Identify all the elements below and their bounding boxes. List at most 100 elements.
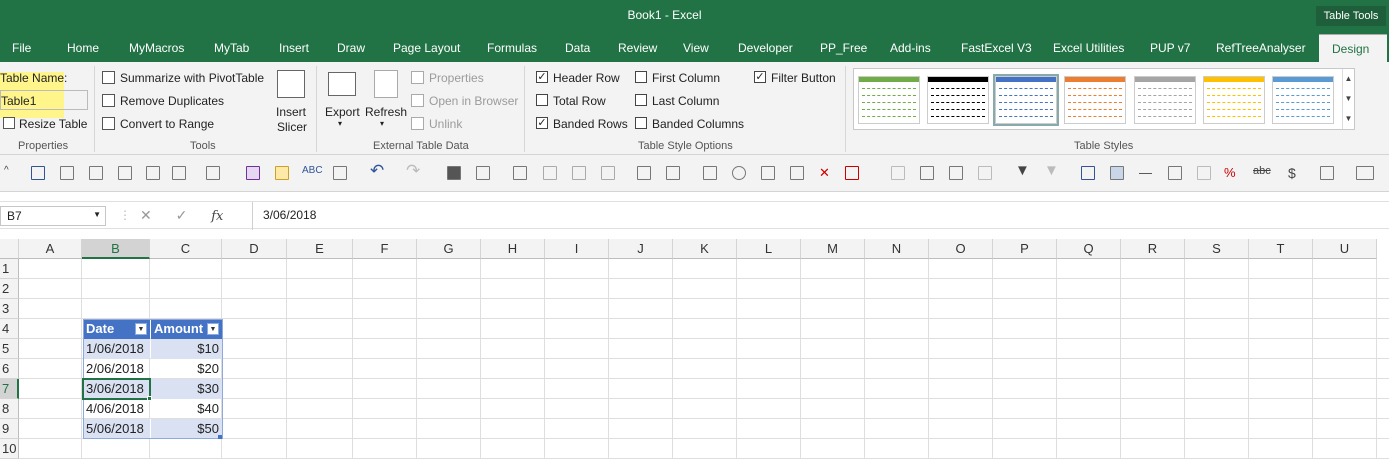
- tab-formulas[interactable]: Formulas: [487, 34, 537, 62]
- column-header[interactable]: A: [19, 239, 82, 259]
- zoom-fit-icon[interactable]: [920, 166, 934, 180]
- worksheet-grid[interactable]: ABCDEFGHIJKLMNOPQRSTU 1 2 3 4 5 6 7 8 9 10 Date ▼…: [0, 239, 1389, 459]
- tab-design[interactable]: Design: [1319, 34, 1387, 62]
- column-header[interactable]: N: [865, 239, 929, 259]
- column-header[interactable]: J: [609, 239, 673, 259]
- gallery-up-icon[interactable]: ▲: [1342, 69, 1354, 89]
- column-header[interactable]: D: [222, 239, 287, 259]
- text-box-icon[interactable]: [31, 166, 45, 180]
- fill-handle[interactable]: [147, 396, 152, 401]
- column-header[interactable]: R: [1121, 239, 1185, 259]
- text-options-icon[interactable]: [1356, 166, 1374, 180]
- formula-check-icon[interactable]: [703, 166, 717, 180]
- print-preview-icon[interactable]: [118, 166, 132, 180]
- tab-excel-utilities[interactable]: Excel Utilities: [1053, 34, 1124, 62]
- row-header[interactable]: 4: [0, 319, 19, 339]
- open-folder-icon[interactable]: [275, 166, 289, 180]
- layers-icon[interactable]: [637, 166, 651, 180]
- gallery-down-icon[interactable]: ▼: [1342, 89, 1354, 109]
- row-header[interactable]: 6: [0, 359, 19, 379]
- tab-pup[interactable]: PUP v7: [1150, 34, 1190, 62]
- external-properties-button[interactable]: Properties: [429, 71, 484, 85]
- export-dropdown-icon[interactable]: ▾: [338, 119, 342, 128]
- column-header[interactable]: U: [1313, 239, 1377, 259]
- filter-icon[interactable]: ▼: [1015, 162, 1030, 179]
- tab-file[interactable]: File: [12, 34, 31, 62]
- total-row-checkbox[interactable]: [536, 94, 548, 106]
- list-icon[interactable]: [1197, 166, 1211, 180]
- filter-button-checkbox[interactable]: ✓: [754, 71, 766, 83]
- row-header[interactable]: 10: [0, 439, 19, 459]
- refresh-button[interactable]: Refresh: [365, 105, 407, 119]
- row-header[interactable]: 1: [0, 259, 19, 279]
- table-cell[interactable]: $50: [151, 419, 222, 439]
- picture-icon[interactable]: [89, 166, 103, 180]
- ungroup-icon[interactable]: [978, 166, 992, 180]
- name-box[interactable]: B7 ▼: [0, 206, 106, 226]
- convert-to-range-button[interactable]: Convert to Range: [120, 117, 214, 131]
- tab-mymacros[interactable]: MyMacros: [129, 34, 184, 62]
- name-box-dropdown-icon[interactable]: ▼: [93, 210, 101, 219]
- row-header[interactable]: 8: [0, 399, 19, 419]
- calculator-icon[interactable]: [333, 166, 347, 180]
- enter-icon[interactable]: ✓: [176, 207, 188, 223]
- number-icon[interactable]: [543, 166, 557, 180]
- table-style-swatch[interactable]: [1064, 76, 1126, 124]
- sort-icon[interactable]: [1081, 166, 1095, 180]
- table-format-icon[interactable]: [1110, 166, 1124, 180]
- borders-icon[interactable]: [206, 166, 220, 180]
- insert-picture-icon[interactable]: [476, 166, 490, 180]
- tab-mytab[interactable]: MyTab: [214, 34, 249, 62]
- clear-icon[interactable]: [666, 166, 680, 180]
- currency-icon[interactable]: $: [1288, 165, 1296, 181]
- select-objects-icon[interactable]: [891, 166, 905, 180]
- gallery-more-icon[interactable]: ▼: [1342, 109, 1354, 129]
- table-cell[interactable]: $40: [151, 399, 222, 419]
- formula-icon-1[interactable]: [572, 166, 586, 180]
- column-header[interactable]: P: [993, 239, 1057, 259]
- table-cell[interactable]: 4/06/2018: [83, 399, 150, 419]
- filter-dropdown-icon[interactable]: ▼: [207, 323, 219, 335]
- banded-rows-checkbox[interactable]: ✓: [536, 117, 548, 129]
- table-style-swatch[interactable]: [993, 74, 1059, 126]
- open-in-browser-button[interactable]: Open in Browser: [429, 94, 518, 108]
- column-header[interactable]: O: [929, 239, 993, 259]
- column-header[interactable]: M: [801, 239, 865, 259]
- tab-view[interactable]: View: [683, 34, 709, 62]
- column-header[interactable]: H: [481, 239, 545, 259]
- resize-table-button[interactable]: Resize Table: [19, 117, 87, 131]
- table-style-swatch[interactable]: [1134, 76, 1196, 124]
- column-header[interactable]: S: [1185, 239, 1249, 259]
- tab-insert[interactable]: Insert: [279, 34, 309, 62]
- page-setup-icon[interactable]: [146, 166, 160, 180]
- collapse-ribbon-icon[interactable]: ^: [4, 165, 9, 176]
- remove-duplicates-button[interactable]: Remove Duplicates: [120, 94, 224, 108]
- table-cell[interactable]: $20: [151, 359, 222, 379]
- refresh-dropdown-icon[interactable]: ▾: [380, 119, 384, 128]
- tab-pp-free[interactable]: PP_Free: [820, 34, 867, 62]
- group-icon[interactable]: [949, 166, 963, 180]
- column-header[interactable]: B: [82, 239, 150, 259]
- percent-icon[interactable]: %: [1224, 165, 1236, 180]
- table-cell[interactable]: $10: [151, 339, 222, 359]
- text-wrap-icon[interactable]: [1168, 166, 1182, 180]
- row-header[interactable]: 5: [0, 339, 19, 359]
- row-header[interactable]: 7: [0, 379, 19, 399]
- table-style-swatch[interactable]: [858, 76, 920, 124]
- layout-icon[interactable]: [172, 166, 186, 180]
- banded-columns-checkbox[interactable]: [635, 117, 647, 129]
- tab-page-layout[interactable]: Page Layout: [393, 34, 460, 62]
- cancel-icon[interactable]: ✕: [140, 207, 152, 223]
- header-row-checkbox[interactable]: ✓: [536, 71, 548, 83]
- spelling-icon[interactable]: ABC: [302, 165, 323, 176]
- row-header[interactable]: 3: [0, 299, 19, 319]
- column-header[interactable]: F: [353, 239, 417, 259]
- row-header[interactable]: 9: [0, 419, 19, 439]
- error-check-icon[interactable]: [845, 166, 859, 180]
- column-header[interactable]: K: [673, 239, 737, 259]
- column-header[interactable]: T: [1249, 239, 1313, 259]
- camera-icon[interactable]: [447, 166, 461, 180]
- insert-slicer-button[interactable]: Insert: [276, 105, 306, 119]
- trace-precedents-icon[interactable]: [761, 166, 775, 180]
- table-style-swatch[interactable]: [1272, 76, 1334, 124]
